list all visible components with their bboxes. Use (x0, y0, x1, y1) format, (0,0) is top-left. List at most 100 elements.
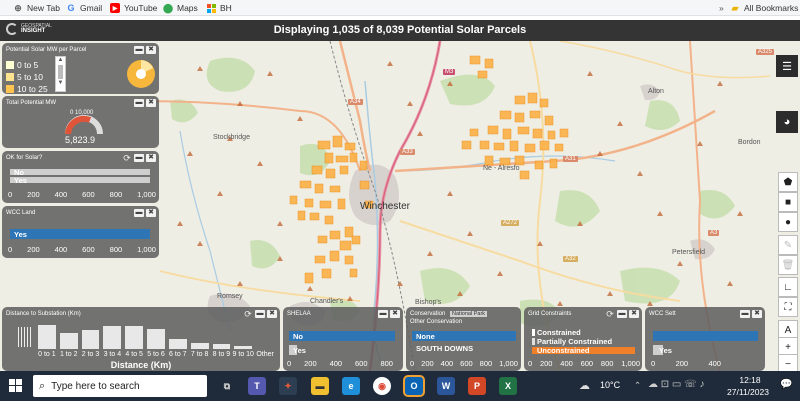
minimize-button[interactable]: ▬ (740, 310, 750, 318)
bar-label: Unconstrained (537, 346, 590, 355)
chart-toggle-button[interactable]: ◕ (776, 111, 798, 133)
windows-start-button[interactable] (9, 379, 23, 395)
minimize-button[interactable]: ▬ (134, 154, 144, 162)
place-label: Romsey (217, 293, 243, 300)
notifications-icon[interactable]: 💬 (780, 379, 792, 390)
edge-icon[interactable]: e (342, 377, 360, 395)
histogram-bar[interactable] (168, 339, 187, 349)
histogram-bar[interactable] (212, 344, 231, 349)
draw-polygon-button[interactable]: ⬟ (778, 172, 798, 192)
refresh-icon[interactable]: ⟳ (605, 310, 615, 319)
histogram-bar[interactable] (234, 346, 253, 349)
close-button[interactable]: ✖ (146, 46, 156, 54)
taskbar-search[interactable]: ⌕ Type here to search (33, 375, 207, 397)
pin-app-icon[interactable]: ✦ (279, 377, 297, 395)
minimize-button[interactable]: ▬ (134, 209, 144, 217)
chart-bar[interactable] (289, 331, 395, 341)
panel-title: Distance to Substation (Km) (6, 311, 81, 317)
word-icon[interactable]: W (437, 377, 455, 395)
histogram-bar[interactable] (125, 326, 144, 349)
tick-label: 400 (708, 359, 721, 368)
bookmark-bh[interactable]: BH (206, 2, 232, 14)
legend-scrollbar[interactable]: ▲ ▼ (55, 56, 66, 92)
chrome-icon[interactable]: ◉ (373, 377, 391, 395)
folder-icon: ▰ (731, 2, 739, 13)
chart-bar[interactable] (10, 169, 150, 175)
outlook-icon[interactable]: O (405, 377, 423, 395)
legend-swatch (6, 85, 14, 93)
measure-button[interactable]: ∟ (778, 277, 798, 297)
refresh-icon[interactable]: ⟳ (122, 154, 132, 163)
minimize-button[interactable]: ▬ (134, 99, 144, 107)
all-bookmarks[interactable]: ▰ All Bookmarks (730, 2, 799, 14)
bookmark-youtube[interactable]: ▶ YouTube (110, 2, 157, 14)
weather-icon[interactable]: ☁ (579, 379, 590, 392)
panel-title: Total Potential MW (6, 100, 57, 106)
histogram-bar[interactable] (38, 325, 56, 349)
tick-label: 800 (600, 359, 614, 368)
distance-panel: Distance to Substation (Km) ⟳ ▬ ✖ 0 to 11 … (2, 307, 280, 371)
minimize-button[interactable]: ▬ (255, 310, 265, 318)
close-button[interactable]: ✖ (146, 154, 156, 162)
minimize-button[interactable]: ▬ (617, 310, 627, 318)
close-button[interactable]: ✖ (390, 310, 400, 318)
chart-bar[interactable] (532, 329, 535, 336)
teams-icon[interactable]: T (248, 377, 266, 395)
map-view[interactable]: Stockbridge Winchester Alton Bordon Ne -… (0, 41, 800, 371)
powerpoint-icon[interactable]: P (468, 377, 486, 395)
bookmark-maps[interactable]: ⬤ Maps (163, 2, 198, 14)
road-label: M3 (443, 69, 456, 75)
close-button[interactable]: ✖ (146, 209, 156, 217)
bookmark-gmail[interactable]: G Gmail (66, 2, 102, 14)
bookmark-new-tab[interactable]: ⊕ New Tab (13, 2, 60, 14)
delete-button[interactable]: 🗑 (778, 255, 798, 275)
histogram-bar[interactable] (190, 343, 209, 349)
chart-bar[interactable] (10, 177, 150, 183)
histogram-bar[interactable] (103, 326, 122, 349)
edit-button[interactable]: ✎ (778, 235, 798, 255)
histogram-bar[interactable] (59, 333, 78, 349)
microsoft-icon (206, 3, 216, 13)
excel-icon[interactable]: X (499, 377, 517, 395)
show-hidden-icons-chevron[interactable]: ⌃ (634, 380, 641, 391)
legend-label: 5 to 10 (17, 72, 43, 82)
file-explorer-icon[interactable]: ▬ (311, 377, 329, 395)
draw-circle-button[interactable]: ● (778, 212, 798, 232)
tick-label: 200 (539, 359, 553, 368)
more-bookmarks-chevron[interactable]: » (719, 2, 724, 14)
tick-label: 0 (8, 245, 13, 254)
national-park-tag[interactable]: National Park (450, 311, 488, 317)
histogram-bar[interactable] (81, 330, 100, 349)
bookmark-label: YouTube (124, 3, 158, 13)
histogram-bar[interactable] (147, 329, 165, 349)
clock-time[interactable]: 12:18 (733, 375, 767, 385)
minimize-button[interactable]: ▬ (134, 46, 144, 54)
chart-bar[interactable] (532, 338, 535, 345)
bar-label: Yes (293, 346, 306, 355)
legend-label: 10 to 25 (17, 84, 48, 94)
refresh-icon[interactable]: ⟳ (243, 310, 253, 319)
zoom-out-button[interactable]: − (778, 354, 798, 371)
draw-rectangle-button[interactable]: ■ (778, 192, 798, 212)
fullscreen-button[interactable]: ⛶ (778, 297, 798, 317)
legend-swatch (6, 61, 14, 69)
tick-label: 0 (651, 359, 656, 368)
minimize-button[interactable]: ▬ (378, 310, 388, 318)
close-button[interactable]: ✖ (629, 310, 639, 318)
pentagon-icon: ⬟ (783, 176, 793, 188)
tick-label: 600 (82, 245, 95, 254)
task-view-icon[interactable]: ⧉ (218, 377, 236, 395)
system-tray-icons[interactable]: ☁ ⊡ ▭ ☏ ♪ (648, 379, 704, 390)
close-button[interactable]: ✖ (267, 310, 277, 318)
bar-label: Yes (14, 230, 27, 239)
chart-bar[interactable] (10, 229, 150, 239)
close-button[interactable]: ✖ (752, 310, 762, 318)
close-button[interactable]: ✖ (146, 99, 156, 107)
tick-label: 800 (109, 245, 123, 254)
bar-chart (36, 323, 276, 349)
menu-button[interactable]: ☰ (776, 55, 798, 77)
weather-temp[interactable]: 10°C (600, 380, 620, 390)
clock-date[interactable]: 27/11/2023 (723, 387, 773, 397)
tick-label: 200 (27, 245, 40, 254)
chart-bar[interactable] (653, 331, 758, 341)
